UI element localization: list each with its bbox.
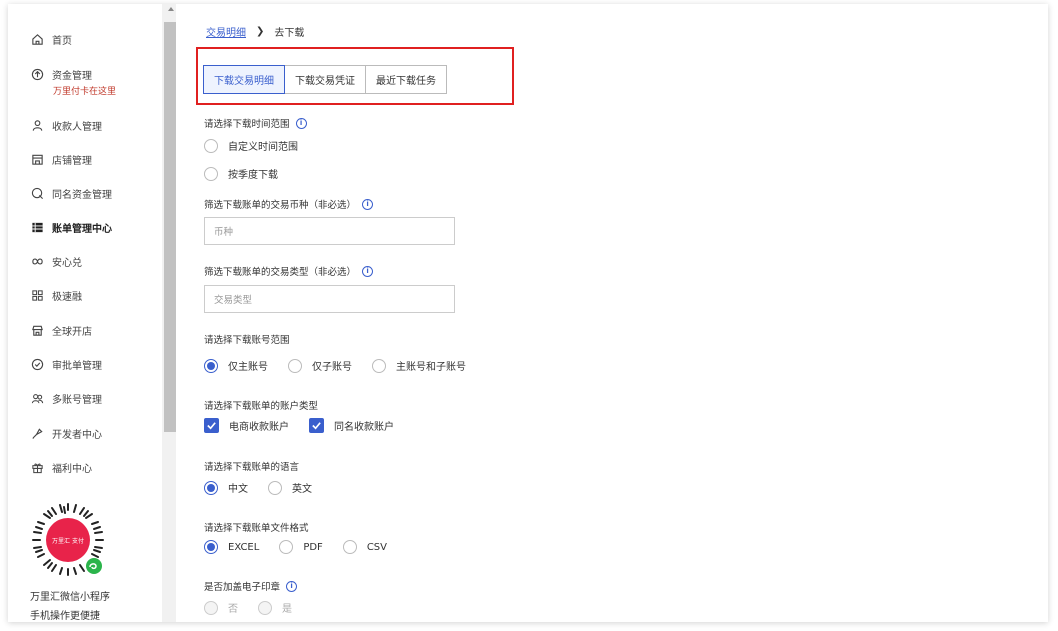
checkbox-checked-icon[interactable] bbox=[204, 418, 219, 433]
main-content: 交易明细 ❯ 去下载 下载交易明细 下载交易凭证 最近下载任务 请选择下载时间范… bbox=[176, 4, 1048, 622]
mini-program-qr-code: 万里汇 支付 bbox=[30, 502, 106, 578]
radio-stamp-no[interactable]: 否 bbox=[204, 600, 238, 615]
developer-icon bbox=[30, 427, 44, 441]
language-label: 请选择下载账单的语言 bbox=[204, 462, 300, 473]
info-icon[interactable]: i bbox=[295, 117, 307, 129]
sidebar-item-bill-center[interactable]: 账单管理中心 bbox=[30, 220, 112, 235]
account-type-label: 请选择下载账单的账户类型 bbox=[204, 401, 319, 412]
format-options: EXCEL PDF CSV bbox=[204, 540, 407, 554]
format-label: 请选择下载账单文件格式 bbox=[204, 523, 309, 534]
account-scope-label: 请选择下载账号范围 bbox=[204, 335, 290, 346]
language-options: 中文 英文 bbox=[204, 480, 332, 495]
shop-icon bbox=[30, 153, 44, 167]
currency-select[interactable]: 币种 bbox=[204, 217, 455, 245]
sidebar-item-exchange[interactable]: 安心兑 bbox=[30, 254, 82, 269]
sidebar-item-fund[interactable]: 资金管理 bbox=[30, 67, 92, 82]
radio-excel[interactable]: EXCEL bbox=[204, 540, 259, 554]
breadcrumb-transaction-details[interactable]: 交易明细 bbox=[206, 24, 246, 39]
sidebar-item-multi-account[interactable]: 多账号管理 bbox=[30, 391, 102, 406]
exchange-icon bbox=[30, 255, 44, 269]
sidebar-item-home[interactable]: 首页 bbox=[30, 32, 72, 47]
multi-account-icon bbox=[30, 392, 44, 406]
tx-type-select[interactable]: 交易类型 bbox=[204, 285, 455, 313]
checkbox-checked-icon[interactable] bbox=[309, 418, 324, 433]
radio-pdf[interactable]: PDF bbox=[279, 540, 323, 554]
breadcrumb-current: 去下载 bbox=[274, 28, 305, 39]
time-range-quarterly[interactable]: 按季度下载 bbox=[204, 166, 298, 181]
bill-icon bbox=[30, 221, 44, 235]
tab-download-details[interactable]: 下载交易明细 bbox=[203, 65, 285, 94]
account-scope-options: 仅主账号 仅子账号 主账号和子账号 bbox=[204, 358, 486, 373]
radio-main-and-sub[interactable]: 主账号和子账号 bbox=[372, 358, 466, 373]
tab-recent-tasks[interactable]: 最近下载任务 bbox=[365, 65, 447, 94]
sidebar-item-shop[interactable]: 店铺管理 bbox=[30, 152, 92, 167]
fund-icon bbox=[30, 68, 44, 82]
checkbox-ecommerce-account[interactable]: 电商收款账户 bbox=[204, 418, 289, 433]
tx-type-label: 筛选下载账单的交易类型（非必选） i bbox=[204, 264, 374, 278]
info-icon[interactable]: i bbox=[286, 580, 298, 592]
sidebar-item-same-name-fund[interactable]: 同名资金管理 bbox=[30, 186, 112, 201]
sidebar-item-approval[interactable]: 审批单管理 bbox=[30, 357, 102, 372]
approval-icon bbox=[30, 358, 44, 372]
breadcrumb: 交易明细 ❯ 去下载 bbox=[206, 24, 304, 39]
qr-logo-text: 万里汇 支付 bbox=[52, 538, 84, 545]
sidebar-item-gift[interactable]: 福利中心 bbox=[30, 460, 92, 475]
chevron-right-icon: ❯ bbox=[256, 26, 265, 37]
radio-sub-only[interactable]: 仅子账号 bbox=[288, 358, 352, 373]
account-type-options: 电商收款账户 同名收款账户 bbox=[204, 418, 414, 433]
app-window: 首页 资金管理 万里付卡在这里 收款人管理 店铺管理 同名资金管理 账单管理中心… bbox=[8, 4, 1048, 622]
mini-program-subtitle: 手机操作更便捷 bbox=[30, 611, 100, 622]
time-range-label: 请选择下载时间范围 i bbox=[204, 116, 307, 130]
radio-quarterly[interactable]: 按季度下载 bbox=[204, 166, 278, 181]
stamp-options: 否 是 bbox=[204, 600, 312, 615]
sidebar-scroll-thumb[interactable] bbox=[164, 22, 176, 432]
scroll-up-icon[interactable] bbox=[168, 7, 174, 11]
download-tabs: 下载交易明细 下载交易凭证 最近下载任务 bbox=[203, 65, 447, 94]
radio-main-only[interactable]: 仅主账号 bbox=[204, 358, 268, 373]
radio-english[interactable]: 英文 bbox=[268, 480, 312, 495]
sidebar-item-developer[interactable]: 开发者中心 bbox=[30, 426, 102, 441]
global-store-icon bbox=[30, 324, 44, 338]
same-name-fund-icon bbox=[30, 187, 44, 201]
radio-chinese[interactable]: 中文 bbox=[204, 480, 248, 495]
currency-label: 筛选下载账单的交易币种（非必选） i bbox=[204, 197, 374, 211]
radio-stamp-yes[interactable]: 是 bbox=[258, 600, 292, 615]
sidebar-item-finance[interactable]: 极速融 bbox=[30, 288, 82, 303]
gift-icon bbox=[30, 461, 44, 475]
home-icon bbox=[30, 33, 44, 47]
fund-card-hint[interactable]: 万里付卡在这里 bbox=[53, 84, 116, 97]
payee-icon bbox=[30, 119, 44, 133]
sidebar-item-payee[interactable]: 收款人管理 bbox=[30, 118, 102, 133]
info-icon[interactable]: i bbox=[362, 265, 374, 277]
time-range-custom[interactable]: 自定义时间范围 bbox=[204, 138, 318, 153]
sidebar-item-global-store[interactable]: 全球开店 bbox=[30, 323, 92, 338]
radio-custom-range[interactable]: 自定义时间范围 bbox=[204, 138, 298, 153]
stamp-label: 是否加盖电子印章 i bbox=[204, 579, 298, 593]
radio-csv[interactable]: CSV bbox=[342, 540, 387, 554]
finance-icon bbox=[30, 289, 44, 303]
tab-download-vouchers[interactable]: 下载交易凭证 bbox=[284, 65, 366, 94]
info-icon[interactable]: i bbox=[362, 198, 374, 210]
sidebar: 首页 资金管理 万里付卡在这里 收款人管理 店铺管理 同名资金管理 账单管理中心… bbox=[8, 4, 162, 622]
mini-program-title: 万里汇微信小程序 bbox=[30, 592, 110, 603]
checkbox-same-name-account[interactable]: 同名收款账户 bbox=[309, 418, 394, 433]
